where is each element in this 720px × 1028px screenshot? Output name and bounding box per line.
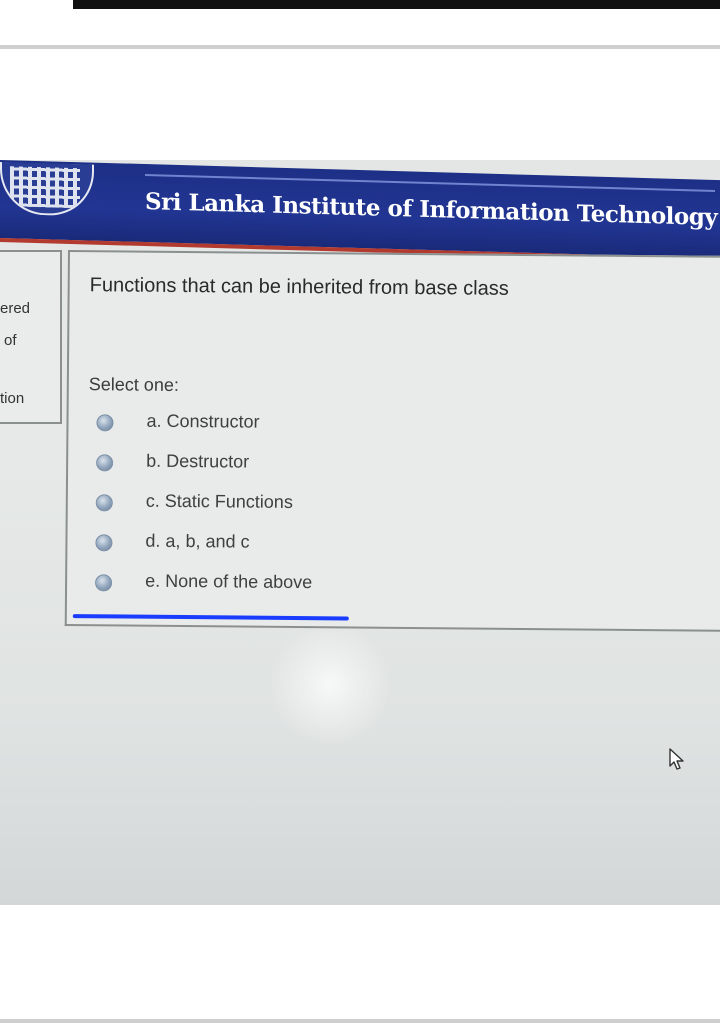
- logo-grid: [10, 166, 80, 209]
- sliit-logo: [0, 162, 94, 217]
- banner-rule: [145, 174, 715, 192]
- radio-button[interactable]: [96, 414, 114, 432]
- screenshot-photo: Sri Lanka Institute of Information Techn…: [0, 160, 720, 905]
- radio-button[interactable]: [95, 534, 113, 552]
- mouse-cursor-icon: [669, 748, 684, 770]
- select-one-label: Select one:: [88, 374, 179, 395]
- option-c[interactable]: c. Static Functions: [95, 490, 416, 519]
- highlight-underline: [72, 614, 349, 621]
- site-banner: Sri Lanka Institute of Information Techn…: [0, 160, 720, 263]
- divider: [0, 1019, 720, 1023]
- option-label[interactable]: d. a, b, and c: [145, 531, 249, 553]
- screen-glare: [270, 620, 390, 750]
- site-title: Sri Lanka Institute of Information Techn…: [145, 188, 718, 232]
- question-panel: Functions that can be inherited from bas…: [64, 250, 720, 632]
- quiz-info-panel: ered of tion: [0, 250, 62, 424]
- option-label[interactable]: a. Constructor: [146, 411, 259, 433]
- option-d[interactable]: d. a, b, and c: [95, 530, 415, 559]
- info-text-answered: ered: [0, 300, 31, 317]
- option-label[interactable]: c. Static Functions: [146, 491, 293, 513]
- info-text-of: of: [4, 332, 17, 349]
- info-text-question[interactable]: tion: [0, 390, 24, 407]
- option-label[interactable]: b. Destructor: [146, 451, 249, 473]
- option-label[interactable]: e. None of the above: [145, 571, 312, 593]
- radio-button[interactable]: [95, 574, 113, 592]
- divider: [0, 45, 720, 49]
- option-e[interactable]: e. None of the above: [95, 570, 415, 599]
- radio-button[interactable]: [96, 454, 114, 472]
- question-text: Functions that can be inherited from bas…: [89, 274, 509, 300]
- radio-button[interactable]: [95, 494, 113, 512]
- option-b[interactable]: b. Destructor: [96, 450, 416, 479]
- top-bar: [73, 0, 720, 9]
- option-a[interactable]: a. Constructor: [96, 410, 416, 439]
